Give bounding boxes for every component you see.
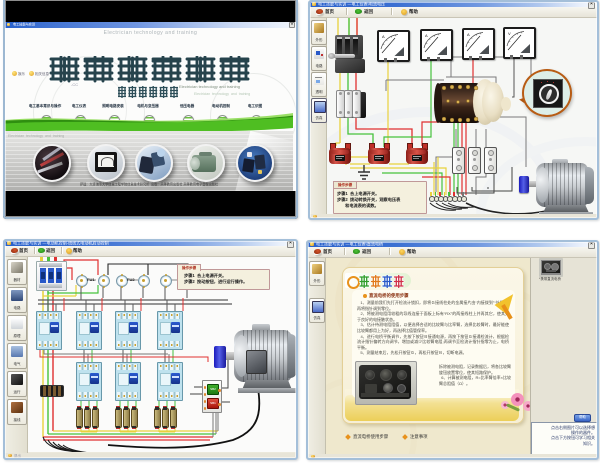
svg-text:A: A <box>425 33 428 38</box>
svg-text:V: V <box>508 31 511 36</box>
svg-text:A: A <box>467 32 470 37</box>
svg-text:A: A <box>382 34 385 39</box>
